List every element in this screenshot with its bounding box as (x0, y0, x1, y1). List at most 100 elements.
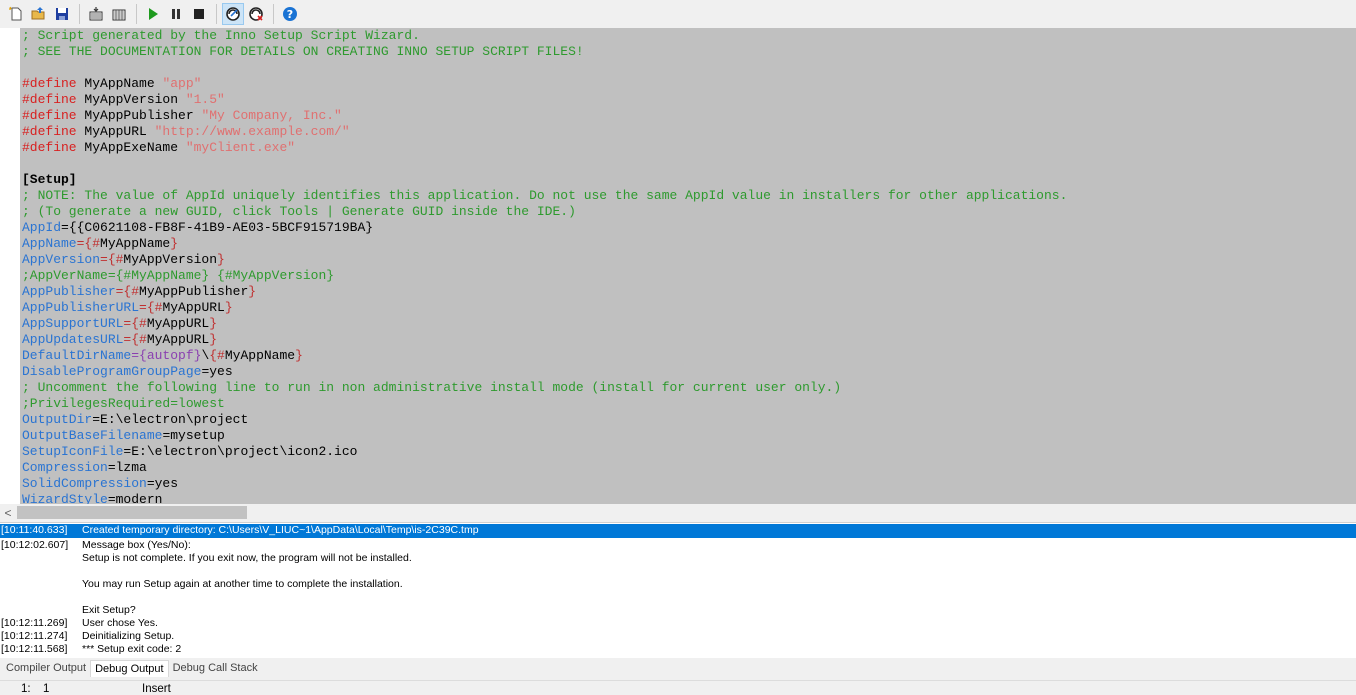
output-message: *** Setup exit code: 2 (82, 643, 182, 655)
output-message: User chose Yes. (82, 617, 158, 629)
output-row[interactable]: [10:12:11.568] *** Setup exit code: 2 (0, 643, 1356, 656)
output-row[interactable]: Exit Setup? (0, 604, 1356, 617)
code-token: ={# (115, 284, 140, 299)
output-message: You may run Setup again at another time … (82, 578, 403, 590)
output-row[interactable]: [10:12:02.607] Message box (Yes/No): (0, 539, 1356, 552)
output-row[interactable]: [10:12:11.274] Deinitializing Setup. (0, 630, 1356, 643)
new-file-button[interactable] (5, 3, 27, 25)
horizontal-scrollbar[interactable]: < (0, 504, 1356, 521)
code-line: ; SEE THE DOCUMENTATION FOR DETAILS ON C… (22, 44, 1067, 60)
pause-icon (172, 9, 180, 19)
help-button[interactable]: ? (279, 3, 301, 25)
svg-text:?: ? (287, 8, 293, 21)
help-icon: ? (283, 7, 297, 21)
code-token: =lzma (107, 460, 147, 475)
code-token: MyAppName (76, 76, 163, 91)
code-token: Compression (22, 460, 108, 475)
code-token: ={{C0621108-FB8F-41B9-AE03-5BCF915719BA} (61, 220, 374, 235)
code-token: AppVersion (22, 252, 101, 267)
target-setup-button[interactable] (222, 3, 244, 25)
tab-debug-call-stack[interactable]: Debug Call Stack (169, 660, 262, 676)
tab-compiler-output[interactable]: Compiler Output (2, 660, 90, 676)
compile-icon (89, 7, 103, 21)
code-line: OutputBaseFilename=mysetup (22, 428, 1067, 444)
code-token: ={# (123, 332, 147, 347)
code-token: =mysetup (162, 428, 225, 443)
code-line: DefaultDirName={autopf}\{#MyAppName} (22, 348, 1067, 364)
target-uninstall-icon (249, 7, 263, 21)
code-line: [Setup] (22, 172, 1067, 188)
stop-compile-button[interactable] (108, 3, 130, 25)
compile-button[interactable] (85, 3, 107, 25)
code-token: ; SEE THE DOCUMENTATION FOR DETAILS ON C… (22, 44, 584, 59)
output-timestamp: [10:12:11.269] (1, 617, 68, 629)
code-token: MyAppPublisher (76, 108, 202, 123)
debug-output-pane[interactable]: [10:11:40.633] Created temporary director… (0, 522, 1356, 658)
save-button[interactable] (51, 3, 73, 25)
code-token: SetupIconFile (22, 444, 124, 459)
output-message: Message box (Yes/No): (82, 539, 191, 551)
code-line: AppSupportURL={#MyAppURL} (22, 316, 1067, 332)
code-token: "1.5" (185, 92, 225, 107)
open-folder-icon (31, 7, 45, 20)
code-token: DefaultDirName (22, 348, 132, 363)
code-line: OutputDir=E:\electron\project (22, 412, 1067, 428)
scrollbar-thumb[interactable] (17, 506, 247, 519)
pause-button[interactable] (165, 3, 187, 25)
code-token: MyAppExeName (76, 140, 186, 155)
code-line: DisableProgramGroupPage=yes (22, 364, 1067, 380)
code-line: SetupIconFile=E:\electron\project\icon2.… (22, 444, 1067, 460)
output-row[interactable] (0, 591, 1356, 604)
code-token: AppUpdatesURL (22, 332, 124, 347)
toolbar-separator (136, 4, 137, 24)
output-tabs: Compiler Output Debug Output Debug Call St… (0, 658, 1356, 678)
code-line: #define MyAppURL "http://www.example.com… (22, 124, 1067, 140)
run-button[interactable] (142, 3, 164, 25)
code-line: #define MyAppName "app" (22, 76, 1067, 92)
code-token: MyAppVersion (76, 92, 186, 107)
code-line: #define MyAppVersion "1.5" (22, 92, 1067, 108)
code-token: ={autopf} (131, 348, 202, 363)
code-token: ={# (139, 300, 163, 315)
code-line: AppVersion={#MyAppVersion} (22, 252, 1067, 268)
code-token: } (209, 332, 218, 347)
code-editor[interactable]: ; Script generated by the Inno Setup Scr… (0, 28, 1356, 504)
code-token: ;AppVerName={#MyAppName} {#MyAppVersion} (22, 268, 335, 283)
code-line: AppUpdatesURL={#MyAppURL} (22, 332, 1067, 348)
code-token: } (248, 284, 257, 299)
code-lines: ; Script generated by the Inno Setup Scr… (22, 28, 1067, 504)
output-row[interactable]: You may run Setup again at another time … (0, 578, 1356, 591)
code-line: WizardStyle=modern (22, 492, 1067, 504)
scroll-left-icon[interactable]: < (0, 504, 16, 521)
output-row[interactable]: [10:12:11.269] User chose Yes. (0, 617, 1356, 630)
code-token: =yes (201, 364, 233, 379)
status-bar: 1: 1 Insert (0, 680, 1356, 695)
code-line: SolidCompression=yes (22, 476, 1067, 492)
target-uninstall-button[interactable] (245, 3, 267, 25)
stop-button[interactable] (188, 3, 210, 25)
code-token: #define (22, 108, 77, 123)
toolbar-separator (216, 4, 217, 24)
open-button[interactable] (28, 3, 50, 25)
code-token: AppId (22, 220, 62, 235)
code-token: "app" (162, 76, 202, 91)
code-token: =modern (107, 492, 163, 504)
code-line: ; Script generated by the Inno Setup Scr… (22, 28, 1067, 44)
output-timestamp: [10:12:11.568] (1, 643, 68, 655)
code-line: AppId={{C0621108-FB8F-41B9-AE03-5BCF9157… (22, 220, 1067, 236)
code-line: ;PrivilegesRequired=lowest (22, 396, 1067, 412)
output-row[interactable] (0, 565, 1356, 578)
code-line: AppName={#MyAppName} (22, 236, 1067, 252)
code-line: #define MyAppExeName "myClient.exe" (22, 140, 1067, 156)
output-row[interactable]: Setup is not complete. If you exit now, … (0, 552, 1356, 565)
code-token: WizardStyle (22, 492, 108, 504)
output-row[interactable]: [10:11:40.633] Created temporary director… (0, 524, 1356, 538)
code-token: OutputDir (22, 412, 93, 427)
code-token: AppPublisher (22, 284, 116, 299)
output-message: Exit Setup? (82, 604, 136, 616)
code-token: ={# (123, 316, 147, 331)
tab-debug-output[interactable]: Debug Output (90, 659, 169, 677)
code-token: ; NOTE: The value of AppId uniquely iden… (22, 188, 1068, 203)
